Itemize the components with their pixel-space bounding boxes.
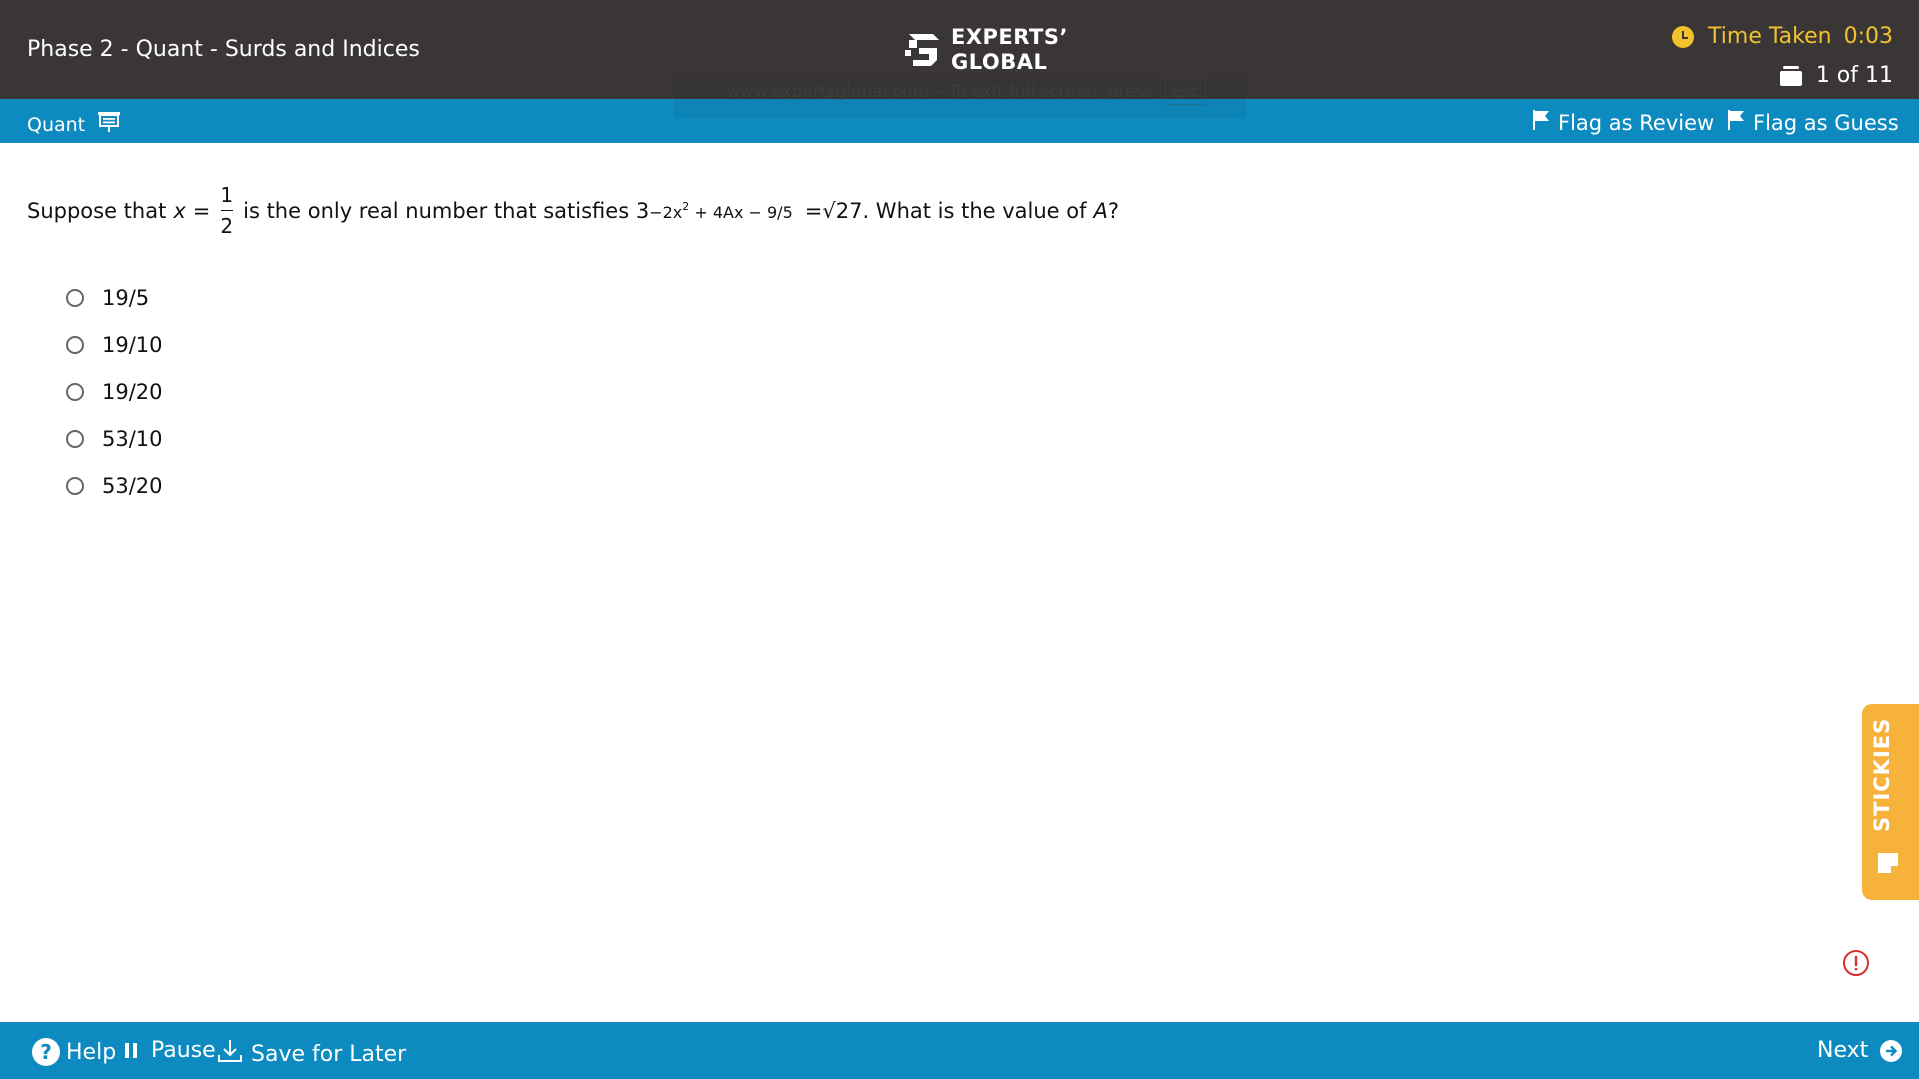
fraction-bar <box>220 210 233 211</box>
logo-text-line2: GLOBAL <box>951 50 1048 74</box>
logo-text-line1: EXPERTS’ <box>951 25 1068 49</box>
question-suffix: =√27. What is the value of <box>804 198 1087 223</box>
arrow-right-icon <box>1880 1039 1903 1062</box>
exponent-rest: + 4Ax − 9/5 <box>689 202 793 222</box>
radio-button[interactable] <box>66 335 84 354</box>
question-prefix: Suppose that <box>27 198 167 223</box>
flag-icon <box>1532 109 1550 136</box>
answer-option[interactable]: 53/20 <box>66 462 163 509</box>
option-label: 19/10 <box>102 332 163 357</box>
exponent-base: −2x <box>649 202 683 222</box>
exponent: −2x2 + 4Ax − 9/5 <box>649 200 793 222</box>
answer-option[interactable]: 19/5 <box>66 274 163 321</box>
help-label: Help <box>66 1039 117 1065</box>
option-label: 53/10 <box>102 426 163 451</box>
flag-as-review-button[interactable]: Flag as Review <box>1532 109 1714 136</box>
question-counter: 1 of 11 <box>1779 63 1893 88</box>
answer-options: 19/5 19/10 19/20 53/10 53/20 <box>66 274 163 509</box>
radio-button[interactable] <box>66 429 84 448</box>
answer-option[interactable]: 19/10 <box>66 321 163 368</box>
flag-guess-label: Flag as Guess <box>1753 110 1899 135</box>
fraction-denominator: 2 <box>220 214 234 238</box>
logo-mark-icon <box>903 26 943 74</box>
fullscreen-hint: www.expertsglobal.com – To exit full scr… <box>726 78 1206 105</box>
whiteboard-icon[interactable] <box>97 110 121 139</box>
report-error-icon[interactable] <box>1842 949 1870 977</box>
time-value: 0:03 <box>1843 24 1893 49</box>
next-button[interactable]: Next <box>1817 1038 1903 1063</box>
question-target-variable: A <box>1093 198 1108 223</box>
section-label: Quant <box>27 110 121 139</box>
radio-button[interactable] <box>66 382 84 401</box>
flag-as-guess-button[interactable]: Flag as Guess <box>1727 109 1899 136</box>
experts-global-logo: EXPERTS’ GLOBAL <box>903 25 1068 75</box>
stickies-label: STICKIES <box>1870 717 1894 833</box>
pause-button[interactable]: Pause <box>125 1038 216 1063</box>
fullscreen-hint-text: www.expertsglobal.com – To exit full scr… <box>726 82 1154 102</box>
esc-key: Esc <box>1164 78 1206 105</box>
option-label: 53/20 <box>102 473 163 498</box>
question-equals: = <box>192 198 211 223</box>
question-variable-x: x <box>173 198 186 223</box>
sticky-note-icon <box>1875 850 1901 876</box>
help-button[interactable]: ? Help <box>32 1038 116 1066</box>
page-title: Phase 2 - Quant - Surds and Indices <box>27 37 420 62</box>
download-icon <box>217 1038 243 1070</box>
bottom-toolbar: ? Help Pause Save for Later Next <box>0 1022 1919 1079</box>
time-label: Time Taken <box>1708 24 1832 49</box>
answer-option[interactable]: 19/20 <box>66 368 163 415</box>
save-for-later-button[interactable]: Save for Later <box>217 1038 406 1070</box>
time-taken: Time Taken 0:03 <box>1672 24 1893 49</box>
question-counter-text: 1 of 11 <box>1815 63 1893 88</box>
pause-label: Pause <box>151 1038 216 1063</box>
radio-button[interactable] <box>66 288 84 307</box>
question-middle: is the only real number that satisfies 3 <box>243 198 650 223</box>
flag-review-label: Flag as Review <box>1558 110 1715 135</box>
answer-option[interactable]: 53/10 <box>66 415 163 462</box>
next-label: Next <box>1817 1038 1869 1063</box>
question-stem: Suppose that x = 1 2 is the only real nu… <box>27 182 1119 239</box>
clock-icon <box>1672 25 1695 48</box>
question-stack-icon <box>1779 65 1802 86</box>
fraction: 1 2 <box>220 182 233 239</box>
flag-icon <box>1727 109 1745 136</box>
section-name: Quant <box>27 113 86 136</box>
option-label: 19/5 <box>102 285 150 310</box>
help-icon: ? <box>32 1038 60 1066</box>
pause-icon <box>125 1043 141 1058</box>
question-end: ? <box>1107 198 1120 223</box>
radio-button[interactable] <box>66 476 84 495</box>
save-for-later-label: Save for Later <box>251 1041 407 1067</box>
fraction-numerator: 1 <box>220 183 234 207</box>
option-label: 19/20 <box>102 379 163 404</box>
